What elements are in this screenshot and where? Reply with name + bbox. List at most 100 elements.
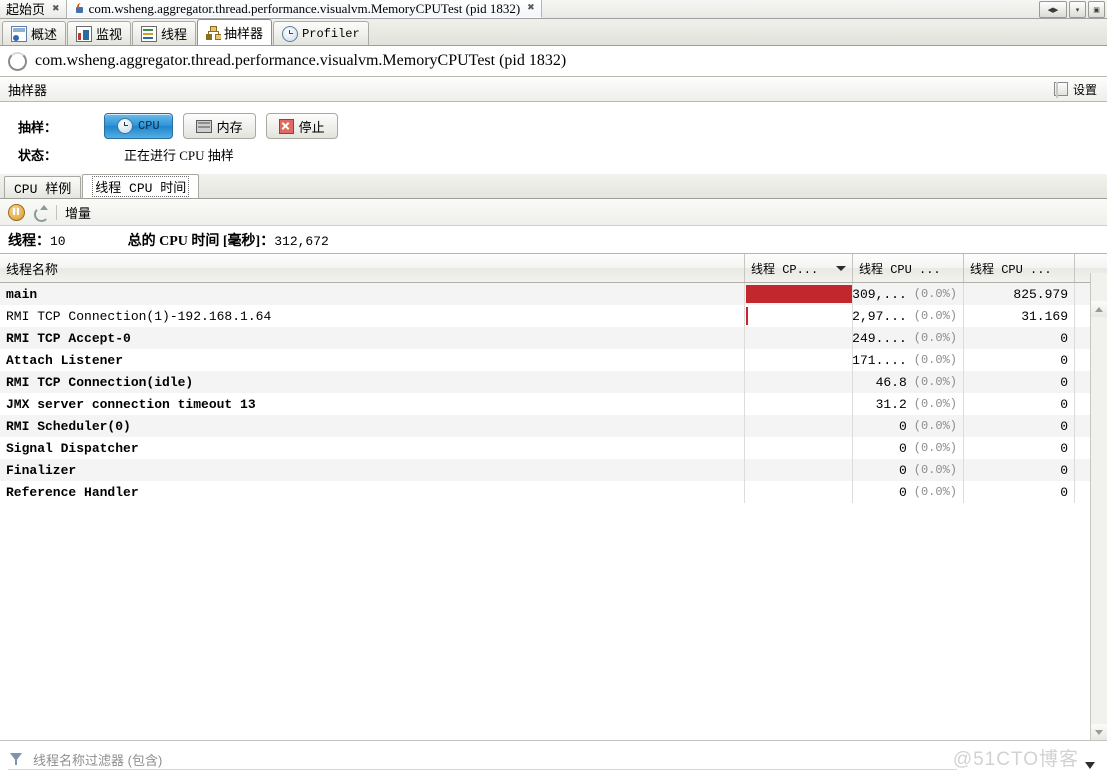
cell-thread-name: RMI TCP Connection(idle) [0,371,745,393]
cell-cpu-time-2: 0 [964,481,1075,503]
window-tab-start-page[interactable]: 起始页 ✖ [0,0,67,18]
cell-thread-name: RMI TCP Accept-0 [0,327,745,349]
pause-icon[interactable] [8,203,25,221]
sampler-inner-tabs: CPU 样例 线程 CPU 时间 [0,174,1107,199]
tab-label: 线程 [161,27,188,42]
status-label: 状态： [18,147,58,163]
table-body: main 309,... (0.0%) 825.979 RMI TCP Connecti… [0,283,1107,503]
overview-icon [11,25,27,42]
filter-bar[interactable]: 线程名称过滤器 (包含) @51CTO博客 [0,740,1107,777]
tab-overview[interactable]: 概述 [2,21,67,45]
cpu-time-value: 309,... [853,286,907,302]
close-icon[interactable]: ✖ [52,1,60,18]
close-icon[interactable]: ✖ [527,0,535,17]
scroll-down-icon[interactable] [1091,724,1107,740]
cpu-time-value: 2,97... [853,308,907,324]
cpu-sample-button[interactable]: CPU [104,113,173,139]
window-tab-label: 起始页 [6,1,46,17]
cell-cpu-bar [745,371,853,393]
settings-toggle[interactable]: 设置 [1053,81,1103,98]
column-header-cpu-bar[interactable]: 线程 CP... [745,254,853,282]
cpu-time-percent: (0.0%) [913,485,957,499]
table-row[interactable]: RMI Scheduler(0) 0 (0.0%) 0 [0,415,1107,437]
cell-thread-name: Reference Handler [0,481,745,503]
filter-icon[interactable] [10,752,26,767]
cell-cpu-time: 46.8 (0.0%) [853,371,964,393]
vertical-scrollbar[interactable] [1090,273,1107,740]
tab-label: 抽样器 [224,26,264,41]
cell-cpu-time: 309,... (0.0%) [853,283,964,305]
cpu-time-value: 0 [898,440,907,456]
sampler-icon [206,25,222,40]
column-header-cpu-time-2[interactable]: 线程 CPU ... [964,254,1075,282]
cell-cpu-bar [745,481,853,503]
cell-cpu-time-2: 0 [964,327,1075,349]
cpu-time-percent: (0.0%) [913,375,957,389]
delta-label[interactable]: 增量 [65,203,91,222]
panel-title: 抽样器 [8,82,48,98]
refresh-icon[interactable] [33,204,49,222]
tab-cpu-samples[interactable]: CPU 样例 [4,176,82,198]
cell-cpu-time: 31.2 (0.0%) [853,393,964,415]
cpu-time-percent: (0.0%) [913,397,957,411]
memory-sample-button[interactable]: 内存 [182,113,256,139]
table-row[interactable]: Attach Listener 171.... (0.0%) 0 [0,349,1107,371]
tab-thread-cpu-time[interactable]: 线程 CPU 时间 [82,174,200,198]
cpu-bar-fill [746,307,748,325]
cpu-time-value: 0 [898,462,907,478]
column-label: 线程 CP... [751,262,819,277]
window-tab-process[interactable]: com.wsheng.aggregator.thread.performance… [66,0,542,18]
cpu-bar-fill [746,285,852,303]
button-label: CPU [138,119,160,133]
maximize-icon[interactable]: ▣ [1088,1,1105,18]
table-row[interactable]: main 309,... (0.0%) 825.979 [0,283,1107,305]
column-label: 线程名称 [6,261,59,277]
cpu-time-value: 46.8 [875,374,907,390]
settings-label: 设置 [1072,82,1097,97]
tab-monitor[interactable]: 监视 [67,21,132,45]
settings-checkbox[interactable] [1053,82,1068,98]
tab-threads[interactable]: 线程 [132,21,197,45]
filter-dropdown-icon[interactable] [1085,762,1095,769]
monitor-icon [76,25,93,42]
table-row[interactable]: Finalizer 0 (0.0%) 0 [0,459,1107,481]
column-header-cpu-time[interactable]: 线程 CPU ... [853,254,964,282]
stop-sample-button[interactable]: 停止 [265,113,338,139]
scroll-tabs-button[interactable]: ◀▶ [1039,1,1067,18]
total-cpu-value: 312,672 [274,233,329,249]
clock-icon [117,118,133,134]
tab-list-dropdown-icon[interactable]: ▾ [1069,1,1086,18]
table-row[interactable]: JMX server connection timeout 13 31.2 (0.0… [0,393,1107,415]
sampling-controls: 抽样： CPU 内存 停止 状态： 正在进行 CPU 抽样 [0,102,1107,174]
column-header-thread-name[interactable]: 线程名称 [0,254,745,282]
table-row[interactable]: Signal Dispatcher 0 (0.0%) 0 [0,437,1107,459]
cell-thread-name: RMI Scheduler(0) [0,415,745,437]
window-tab-label: com.wsheng.aggregator.thread.performance… [88,1,521,16]
table-header-row: 线程名称 线程 CP... 线程 CPU ... 线程 CPU ... [0,254,1107,283]
table-row[interactable]: Reference Handler 0 (0.0%) 0 [0,481,1107,503]
table-row[interactable]: RMI TCP Connection(1)-192.168.1.64 2,97..… [0,305,1107,327]
threads-icon [141,25,158,42]
tab-label: 监视 [96,27,123,42]
tab-label: CPU 样例 [14,182,72,197]
process-header: com.wsheng.aggregator.thread.performance… [0,46,1107,76]
sort-descending-icon [836,265,846,271]
loading-spinner-icon [8,51,27,71]
column-label: 线程 CPU ... [859,262,941,277]
column-label: 线程 CPU ... [970,262,1052,277]
cell-cpu-time: 0 (0.0%) [853,415,964,437]
tab-profiler[interactable]: Profiler [273,21,369,45]
scroll-up-icon[interactable] [1091,301,1107,317]
table-row[interactable]: RMI TCP Connection(idle) 46.8 (0.0%) 0 [0,371,1107,393]
status-value: 正在进行 CPU 抽样 [124,147,234,163]
cell-cpu-time: 0 (0.0%) [853,481,964,503]
thread-filter-input[interactable]: 线程名称过滤器 (包含) [33,750,162,769]
cell-thread-name: JMX server connection timeout 13 [0,393,745,415]
tab-sampler[interactable]: 抽样器 [197,19,273,45]
tab-strip-spacer [542,0,1107,18]
cell-cpu-bar [745,349,853,371]
stop-icon [278,118,294,134]
cell-cpu-time-2: 0 [964,349,1075,371]
table-row[interactable]: RMI TCP Accept-0 249.... (0.0%) 0 [0,327,1107,349]
cpu-time-percent: (0.0%) [913,331,957,345]
